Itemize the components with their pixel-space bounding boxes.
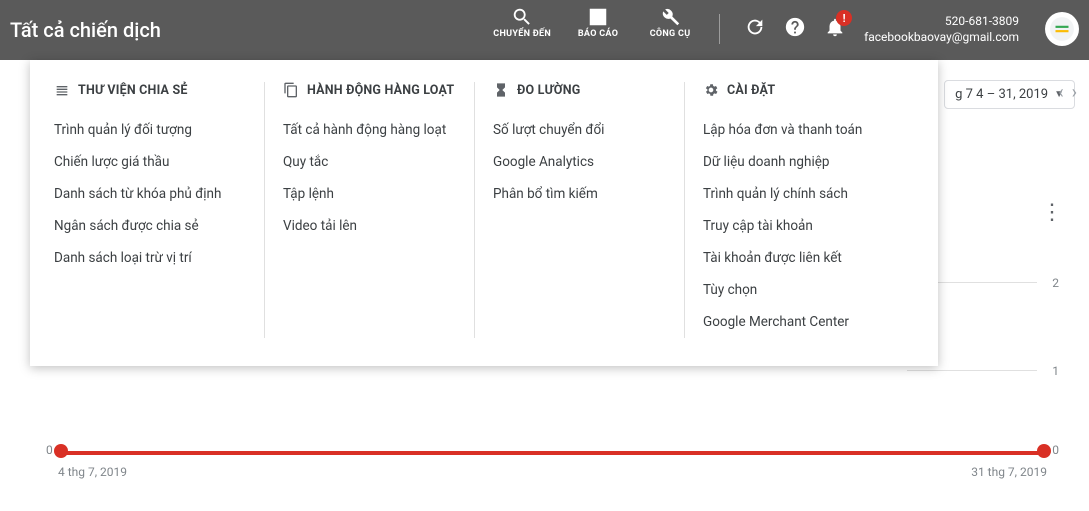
axis-start-date: 4 thg 7, 2019	[58, 465, 127, 479]
date-prev-button[interactable]: ‹	[1054, 82, 1067, 103]
menu-item[interactable]: Danh sách từ khóa phủ định	[54, 178, 250, 210]
date-next-button[interactable]: ›	[1068, 82, 1081, 103]
menu-item[interactable]: Số lượt chuyển đổi	[493, 114, 670, 146]
col-head-measurement: ĐO LƯỜNG	[493, 82, 670, 98]
goto-search-button[interactable]: CHUYỂN ĐẾN	[493, 6, 551, 39]
menu-item[interactable]: Tùy chọn	[703, 274, 880, 306]
col-measurement: ĐO LƯỜNG Số lượt chuyển đổi Google Analy…	[474, 82, 684, 338]
menu-item-linked-accounts[interactable]: Tài khoản được liên kết	[703, 242, 880, 274]
col-head-settings: CÀI ĐẶT	[703, 82, 880, 98]
menu-item[interactable]: Chiến lược giá thầu	[54, 146, 250, 178]
y-tick-2: 2	[1052, 276, 1059, 290]
copy-icon	[283, 82, 299, 98]
wrench-icon	[659, 6, 681, 28]
avatar[interactable]	[1045, 12, 1079, 46]
col-head-shared-library: THƯ VIỆN CHIA SẺ	[54, 82, 250, 98]
bar-chart-icon	[587, 6, 609, 28]
alert-badge: !	[836, 10, 852, 26]
date-range-text: g 7 4 – 31, 2019	[955, 87, 1048, 102]
menu-item[interactable]: Google Merchant Center	[703, 306, 880, 338]
account-info[interactable]: 520-681-3809 facebookbaovay@gmail.com	[864, 13, 1019, 45]
menu-item[interactable]: Tất cả hành động hàng loạt	[283, 114, 460, 146]
menu-item[interactable]: Phân bổ tìm kiếm	[493, 178, 670, 210]
slider-track	[58, 451, 1047, 455]
help-icon	[784, 16, 806, 38]
account-email: facebookbaovay@gmail.com	[864, 29, 1019, 45]
menu-item[interactable]: Quy tắc	[283, 146, 460, 178]
reports-label: BÁO CÁO	[578, 29, 618, 39]
col-settings: CÀI ĐẶT Lập hóa đơn và thanh toán Dữ liệ…	[684, 82, 894, 338]
hourglass-icon	[493, 82, 509, 98]
refresh-button[interactable]	[744, 16, 766, 42]
menu-item[interactable]: Trình quản lý đối tượng	[54, 114, 250, 146]
slider-handle-end[interactable]	[1037, 444, 1051, 458]
menu-item[interactable]: Danh sách loại trừ vị trí	[54, 242, 250, 274]
help-button[interactable]	[784, 16, 806, 42]
menu-item[interactable]: Tập lệnh	[283, 178, 460, 210]
tools-button[interactable]: CÔNG CỤ	[645, 6, 695, 39]
gear-icon	[703, 82, 719, 98]
top-bar: Tất cả chiến dịch CHUYỂN ĐẾN BÁO CÁO CÔN…	[0, 0, 1089, 60]
goto-search-label: CHUYỂN ĐẾN	[493, 29, 551, 39]
col-shared-library: THƯ VIỆN CHIA SẺ Trình quản lý đối tượng…	[54, 82, 264, 338]
menu-item[interactable]: Trình quản lý chính sách	[703, 178, 880, 210]
search-icon	[511, 6, 533, 28]
menu-item[interactable]: Dữ liệu doanh nghiệp	[703, 146, 880, 178]
gridline	[907, 370, 1037, 371]
tools-label: CÔNG CỤ	[650, 29, 691, 39]
menu-item[interactable]: Truy cập tài khoản	[703, 210, 880, 242]
slider-handle-start[interactable]	[54, 444, 68, 458]
page-title: Tất cả chiến dịch	[0, 18, 161, 42]
chart-more-menu[interactable]: ⋮	[1041, 200, 1061, 225]
tools-menu-panel: THƯ VIỆN CHIA SẺ Trình quản lý đối tượng…	[30, 60, 938, 366]
library-icon	[54, 82, 70, 98]
menu-item[interactable]: Video tải lên	[283, 210, 460, 242]
menu-item[interactable]: Lập hóa đơn và thanh toán	[703, 114, 880, 146]
menu-item[interactable]: Google Analytics	[493, 146, 670, 178]
refresh-icon	[744, 16, 766, 38]
menu-item[interactable]: Ngân sách được chia sẻ	[54, 210, 250, 242]
date-nav: ‹ ›	[1054, 82, 1081, 103]
separator	[719, 14, 720, 44]
avatar-icon	[1049, 16, 1075, 42]
y-tick-1: 1	[1052, 364, 1059, 378]
axis-right-value: 0	[1052, 443, 1059, 457]
axis-end-date: 31 thg 7, 2019	[971, 465, 1047, 479]
col-head-bulk-actions: HÀNH ĐỘNG HÀNG LOẠT	[283, 82, 460, 98]
notifications-button[interactable]: !	[824, 16, 846, 42]
reports-button[interactable]: BÁO CÁO	[573, 6, 623, 39]
col-bulk-actions: HÀNH ĐỘNG HÀNG LOẠT Tất cả hành động hàn…	[264, 82, 474, 338]
account-id: 520-681-3809	[945, 13, 1019, 29]
axis-left-value: 0	[46, 443, 53, 457]
